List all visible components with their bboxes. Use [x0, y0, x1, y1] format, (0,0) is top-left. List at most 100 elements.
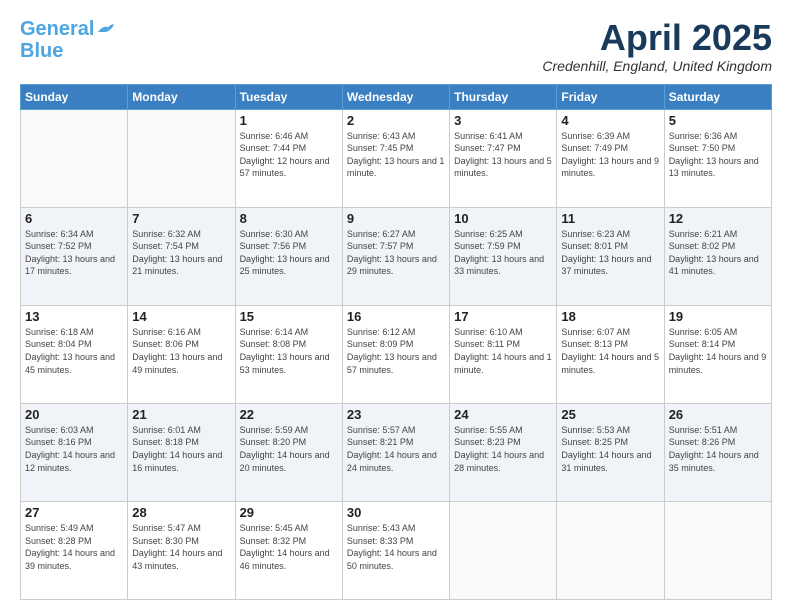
table-row — [21, 109, 128, 207]
table-row — [128, 109, 235, 207]
calendar-week-row: 27Sunrise: 5:49 AM Sunset: 8:28 PM Dayli… — [21, 501, 772, 599]
day-info: Sunrise: 6:30 AM Sunset: 7:56 PM Dayligh… — [240, 228, 338, 278]
header: General Blue April 2025 Credenhill, Engl… — [20, 18, 772, 74]
day-number: 8 — [240, 211, 338, 226]
day-number: 2 — [347, 113, 445, 128]
calendar-week-row: 20 Sunrise: 6:03 AM Sunset: 8:16 PM Dayli… — [21, 403, 772, 501]
table-row: 24Sunrise: 5:55 AM Sunset: 8:23 PM Dayli… — [450, 403, 557, 501]
day-info: Sunrise: 6:16 AM Sunset: 8:06 PM Dayligh… — [132, 326, 230, 376]
calendar-week-row: 13 Sunrise: 6:18 AM Sunset: 8:04 PM Dayli… — [21, 305, 772, 403]
table-row: 19Sunrise: 6:05 AM Sunset: 8:14 PM Dayli… — [664, 305, 771, 403]
day-number: 23 — [347, 407, 445, 422]
day-info: Sunrise: 6:39 AM Sunset: 7:49 PM Dayligh… — [561, 130, 659, 180]
day-info: Sunrise: 6:46 AM Sunset: 7:44 PM Dayligh… — [240, 130, 338, 180]
day-number: 14 — [132, 309, 230, 324]
table-row: 14 Sunrise: 6:16 AM Sunset: 8:06 PM Dayli… — [128, 305, 235, 403]
day-info: Sunrise: 5:59 AM Sunset: 8:20 PM Dayligh… — [240, 424, 338, 474]
day-info: Sunrise: 6:21 AM Sunset: 8:02 PM Dayligh… — [669, 228, 767, 278]
col-tuesday: Tuesday — [235, 84, 342, 109]
table-row: 4 Sunrise: 6:39 AM Sunset: 7:49 PM Daylig… — [557, 109, 664, 207]
day-info: Sunrise: 5:53 AM Sunset: 8:25 PM Dayligh… — [561, 424, 659, 474]
table-row: 21Sunrise: 6:01 AM Sunset: 8:18 PM Dayli… — [128, 403, 235, 501]
day-info: Sunrise: 5:51 AM Sunset: 8:26 PM Dayligh… — [669, 424, 767, 474]
logo-line1: General — [20, 18, 94, 40]
day-number: 22 — [240, 407, 338, 422]
table-row: 5Sunrise: 6:36 AM Sunset: 7:50 PM Daylig… — [664, 109, 771, 207]
day-info: Sunrise: 6:07 AM Sunset: 8:13 PM Dayligh… — [561, 326, 659, 376]
table-row: 6Sunrise: 6:34 AM Sunset: 7:52 PM Daylig… — [21, 207, 128, 305]
day-number: 28 — [132, 505, 230, 520]
col-saturday: Saturday — [664, 84, 771, 109]
table-row: 8 Sunrise: 6:30 AM Sunset: 7:56 PM Daylig… — [235, 207, 342, 305]
table-row: 16 Sunrise: 6:12 AM Sunset: 8:09 PM Dayli… — [342, 305, 449, 403]
day-info: Sunrise: 6:43 AM Sunset: 7:45 PM Dayligh… — [347, 130, 445, 180]
location: Credenhill, England, United Kingdom — [542, 58, 772, 74]
calendar-header-row: Sunday Monday Tuesday Wednesday Thursday… — [21, 84, 772, 109]
col-sunday: Sunday — [21, 84, 128, 109]
day-number: 9 — [347, 211, 445, 226]
logo-bird-icon — [96, 22, 118, 40]
table-row: 2 Sunrise: 6:43 AM Sunset: 7:45 PM Daylig… — [342, 109, 449, 207]
table-row: 30 Sunrise: 5:43 AM Sunset: 8:33 PM Dayli… — [342, 501, 449, 599]
day-info: Sunrise: 5:45 AM Sunset: 8:32 PM Dayligh… — [240, 522, 338, 572]
table-row: 3 Sunrise: 6:41 AM Sunset: 7:47 PM Daylig… — [450, 109, 557, 207]
table-row: 9 Sunrise: 6:27 AM Sunset: 7:57 PM Daylig… — [342, 207, 449, 305]
table-row: 20 Sunrise: 6:03 AM Sunset: 8:16 PM Dayli… — [21, 403, 128, 501]
day-number: 30 — [347, 505, 445, 520]
day-info: Sunrise: 6:32 AM Sunset: 7:54 PM Dayligh… — [132, 228, 230, 278]
day-number: 3 — [454, 113, 552, 128]
month-title: April 2025 — [542, 18, 772, 58]
page: General Blue April 2025 Credenhill, Engl… — [0, 0, 792, 612]
day-info: Sunrise: 6:14 AM Sunset: 8:08 PM Dayligh… — [240, 326, 338, 376]
calendar-week-row: 6Sunrise: 6:34 AM Sunset: 7:52 PM Daylig… — [21, 207, 772, 305]
day-info: Sunrise: 6:27 AM Sunset: 7:57 PM Dayligh… — [347, 228, 445, 278]
table-row: 18Sunrise: 6:07 AM Sunset: 8:13 PM Dayli… — [557, 305, 664, 403]
day-info: Sunrise: 6:23 AM Sunset: 8:01 PM Dayligh… — [561, 228, 659, 278]
logo-line2: Blue — [20, 40, 63, 62]
col-thursday: Thursday — [450, 84, 557, 109]
calendar-table: Sunday Monday Tuesday Wednesday Thursday… — [20, 84, 772, 600]
day-info: Sunrise: 6:25 AM Sunset: 7:59 PM Dayligh… — [454, 228, 552, 278]
day-number: 1 — [240, 113, 338, 128]
day-number: 25 — [561, 407, 659, 422]
logo: General Blue — [20, 18, 118, 62]
day-number: 20 — [25, 407, 123, 422]
table-row: 29 Sunrise: 5:45 AM Sunset: 8:32 PM Dayli… — [235, 501, 342, 599]
day-info: Sunrise: 6:01 AM Sunset: 8:18 PM Dayligh… — [132, 424, 230, 474]
calendar-week-row: 1 Sunrise: 6:46 AM Sunset: 7:44 PM Daylig… — [21, 109, 772, 207]
day-number: 16 — [347, 309, 445, 324]
day-number: 4 — [561, 113, 659, 128]
col-friday: Friday — [557, 84, 664, 109]
day-number: 29 — [240, 505, 338, 520]
day-number: 6 — [25, 211, 123, 226]
day-info: Sunrise: 6:18 AM Sunset: 8:04 PM Dayligh… — [25, 326, 123, 376]
table-row: 13 Sunrise: 6:18 AM Sunset: 8:04 PM Dayli… — [21, 305, 128, 403]
table-row: 12 Sunrise: 6:21 AM Sunset: 8:02 PM Dayli… — [664, 207, 771, 305]
col-wednesday: Wednesday — [342, 84, 449, 109]
day-number: 17 — [454, 309, 552, 324]
day-info: Sunrise: 6:10 AM Sunset: 8:11 PM Dayligh… — [454, 326, 552, 376]
day-info: Sunrise: 6:41 AM Sunset: 7:47 PM Dayligh… — [454, 130, 552, 180]
title-area: April 2025 Credenhill, England, United K… — [542, 18, 772, 74]
day-info: Sunrise: 6:12 AM Sunset: 8:09 PM Dayligh… — [347, 326, 445, 376]
day-info: Sunrise: 6:03 AM Sunset: 8:16 PM Dayligh… — [25, 424, 123, 474]
table-row: 1 Sunrise: 6:46 AM Sunset: 7:44 PM Daylig… — [235, 109, 342, 207]
day-number: 12 — [669, 211, 767, 226]
table-row: 22 Sunrise: 5:59 AM Sunset: 8:20 PM Dayli… — [235, 403, 342, 501]
day-number: 26 — [669, 407, 767, 422]
table-row — [450, 501, 557, 599]
day-number: 13 — [25, 309, 123, 324]
table-row: 28Sunrise: 5:47 AM Sunset: 8:30 PM Dayli… — [128, 501, 235, 599]
table-row: 15Sunrise: 6:14 AM Sunset: 8:08 PM Dayli… — [235, 305, 342, 403]
table-row: 7Sunrise: 6:32 AM Sunset: 7:54 PM Daylig… — [128, 207, 235, 305]
day-info: Sunrise: 5:43 AM Sunset: 8:33 PM Dayligh… — [347, 522, 445, 572]
day-number: 5 — [669, 113, 767, 128]
day-number: 27 — [25, 505, 123, 520]
day-number: 19 — [669, 309, 767, 324]
table-row: 23Sunrise: 5:57 AM Sunset: 8:21 PM Dayli… — [342, 403, 449, 501]
table-row — [664, 501, 771, 599]
table-row: 27Sunrise: 5:49 AM Sunset: 8:28 PM Dayli… — [21, 501, 128, 599]
day-number: 11 — [561, 211, 659, 226]
day-info: Sunrise: 5:55 AM Sunset: 8:23 PM Dayligh… — [454, 424, 552, 474]
logo-text: General Blue — [20, 18, 94, 62]
